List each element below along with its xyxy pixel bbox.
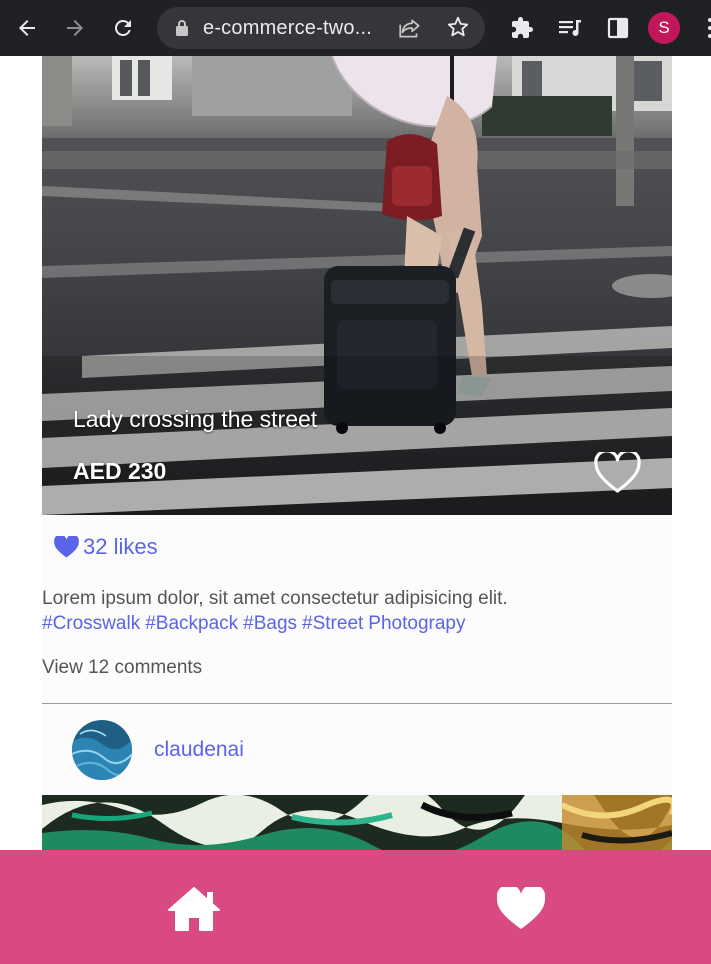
likes-label: 32 likes — [83, 534, 158, 559]
post-photo[interactable] — [42, 795, 672, 850]
hashtag[interactable]: #Crosswalk — [42, 613, 140, 634]
user-avatar[interactable] — [72, 720, 132, 780]
menu-dots-icon — [708, 18, 711, 38]
post-title: Lady crossing the street — [73, 406, 318, 432]
bookmark-button[interactable] — [445, 14, 471, 45]
extensions-button[interactable] — [498, 0, 546, 56]
heart-outline-icon — [594, 452, 641, 493]
post-author: claudenai — [42, 704, 672, 795]
hashtag[interactable]: #Backpack — [145, 613, 238, 634]
abstract-photo-image — [42, 795, 672, 850]
favorite-button[interactable] — [594, 452, 641, 494]
post-photo[interactable]: Lady crossing the street AED 230 — [42, 56, 672, 515]
media-control-button[interactable] — [546, 0, 594, 56]
share-button[interactable] — [397, 15, 423, 46]
address-bar[interactable]: e-commerce-two... — [157, 7, 485, 49]
side-panel-button[interactable] — [594, 0, 642, 56]
bottom-nav — [0, 850, 711, 964]
hashtag[interactable]: Photograpy — [368, 613, 465, 634]
share-icon — [399, 19, 420, 38]
username-link[interactable]: claudenai — [154, 738, 244, 762]
post-meta: 32 likes Lorem ipsum dolor, sit amet con… — [42, 515, 672, 703]
post-description: Lorem ipsum dolor, sit amet consectetur … — [42, 586, 672, 636]
browser-menu-button[interactable] — [700, 16, 711, 45]
browser-toolbar: e-commerce-two... S — [0, 0, 711, 56]
nav-favorites-button[interactable] — [496, 884, 546, 935]
view-comments-link[interactable]: View 12 comments — [42, 657, 202, 679]
reload-icon — [114, 19, 131, 36]
heart-icon — [54, 536, 79, 558]
side-panel-icon — [607, 17, 629, 39]
heart-icon — [496, 884, 546, 929]
post-price: AED 230 — [73, 458, 167, 484]
hashtag[interactable]: #Bags — [243, 613, 297, 634]
profile-initial: S — [658, 18, 670, 37]
user-avatar-image — [72, 720, 132, 780]
forward-button[interactable] — [51, 0, 99, 56]
lock-icon — [176, 20, 188, 36]
description-text: Lorem ipsum dolor, sit amet consectetur … — [42, 588, 508, 609]
page-content: Lady crossing the street AED 230 32 like… — [0, 56, 711, 850]
extensions-puzzle-icon — [512, 17, 533, 38]
hashtags: #Crosswalk #Backpack #Bags #Street Photograp… — [42, 611, 672, 636]
street-photo-image — [42, 56, 672, 515]
hashtag[interactable]: #Street — [302, 613, 363, 634]
reload-button[interactable] — [99, 0, 147, 56]
profile-avatar[interactable]: S — [648, 12, 680, 44]
back-arrow-icon — [19, 20, 35, 36]
forward-arrow-icon — [67, 20, 83, 36]
url-text: e-commerce-two... — [203, 16, 372, 39]
media-playlist-icon — [559, 20, 581, 36]
bookmark-star-icon — [447, 16, 469, 37]
home-icon — [168, 887, 220, 931]
likes-count[interactable]: 32 likes — [54, 534, 158, 560]
back-button[interactable] — [3, 0, 51, 56]
nav-home-button[interactable] — [167, 886, 221, 937]
